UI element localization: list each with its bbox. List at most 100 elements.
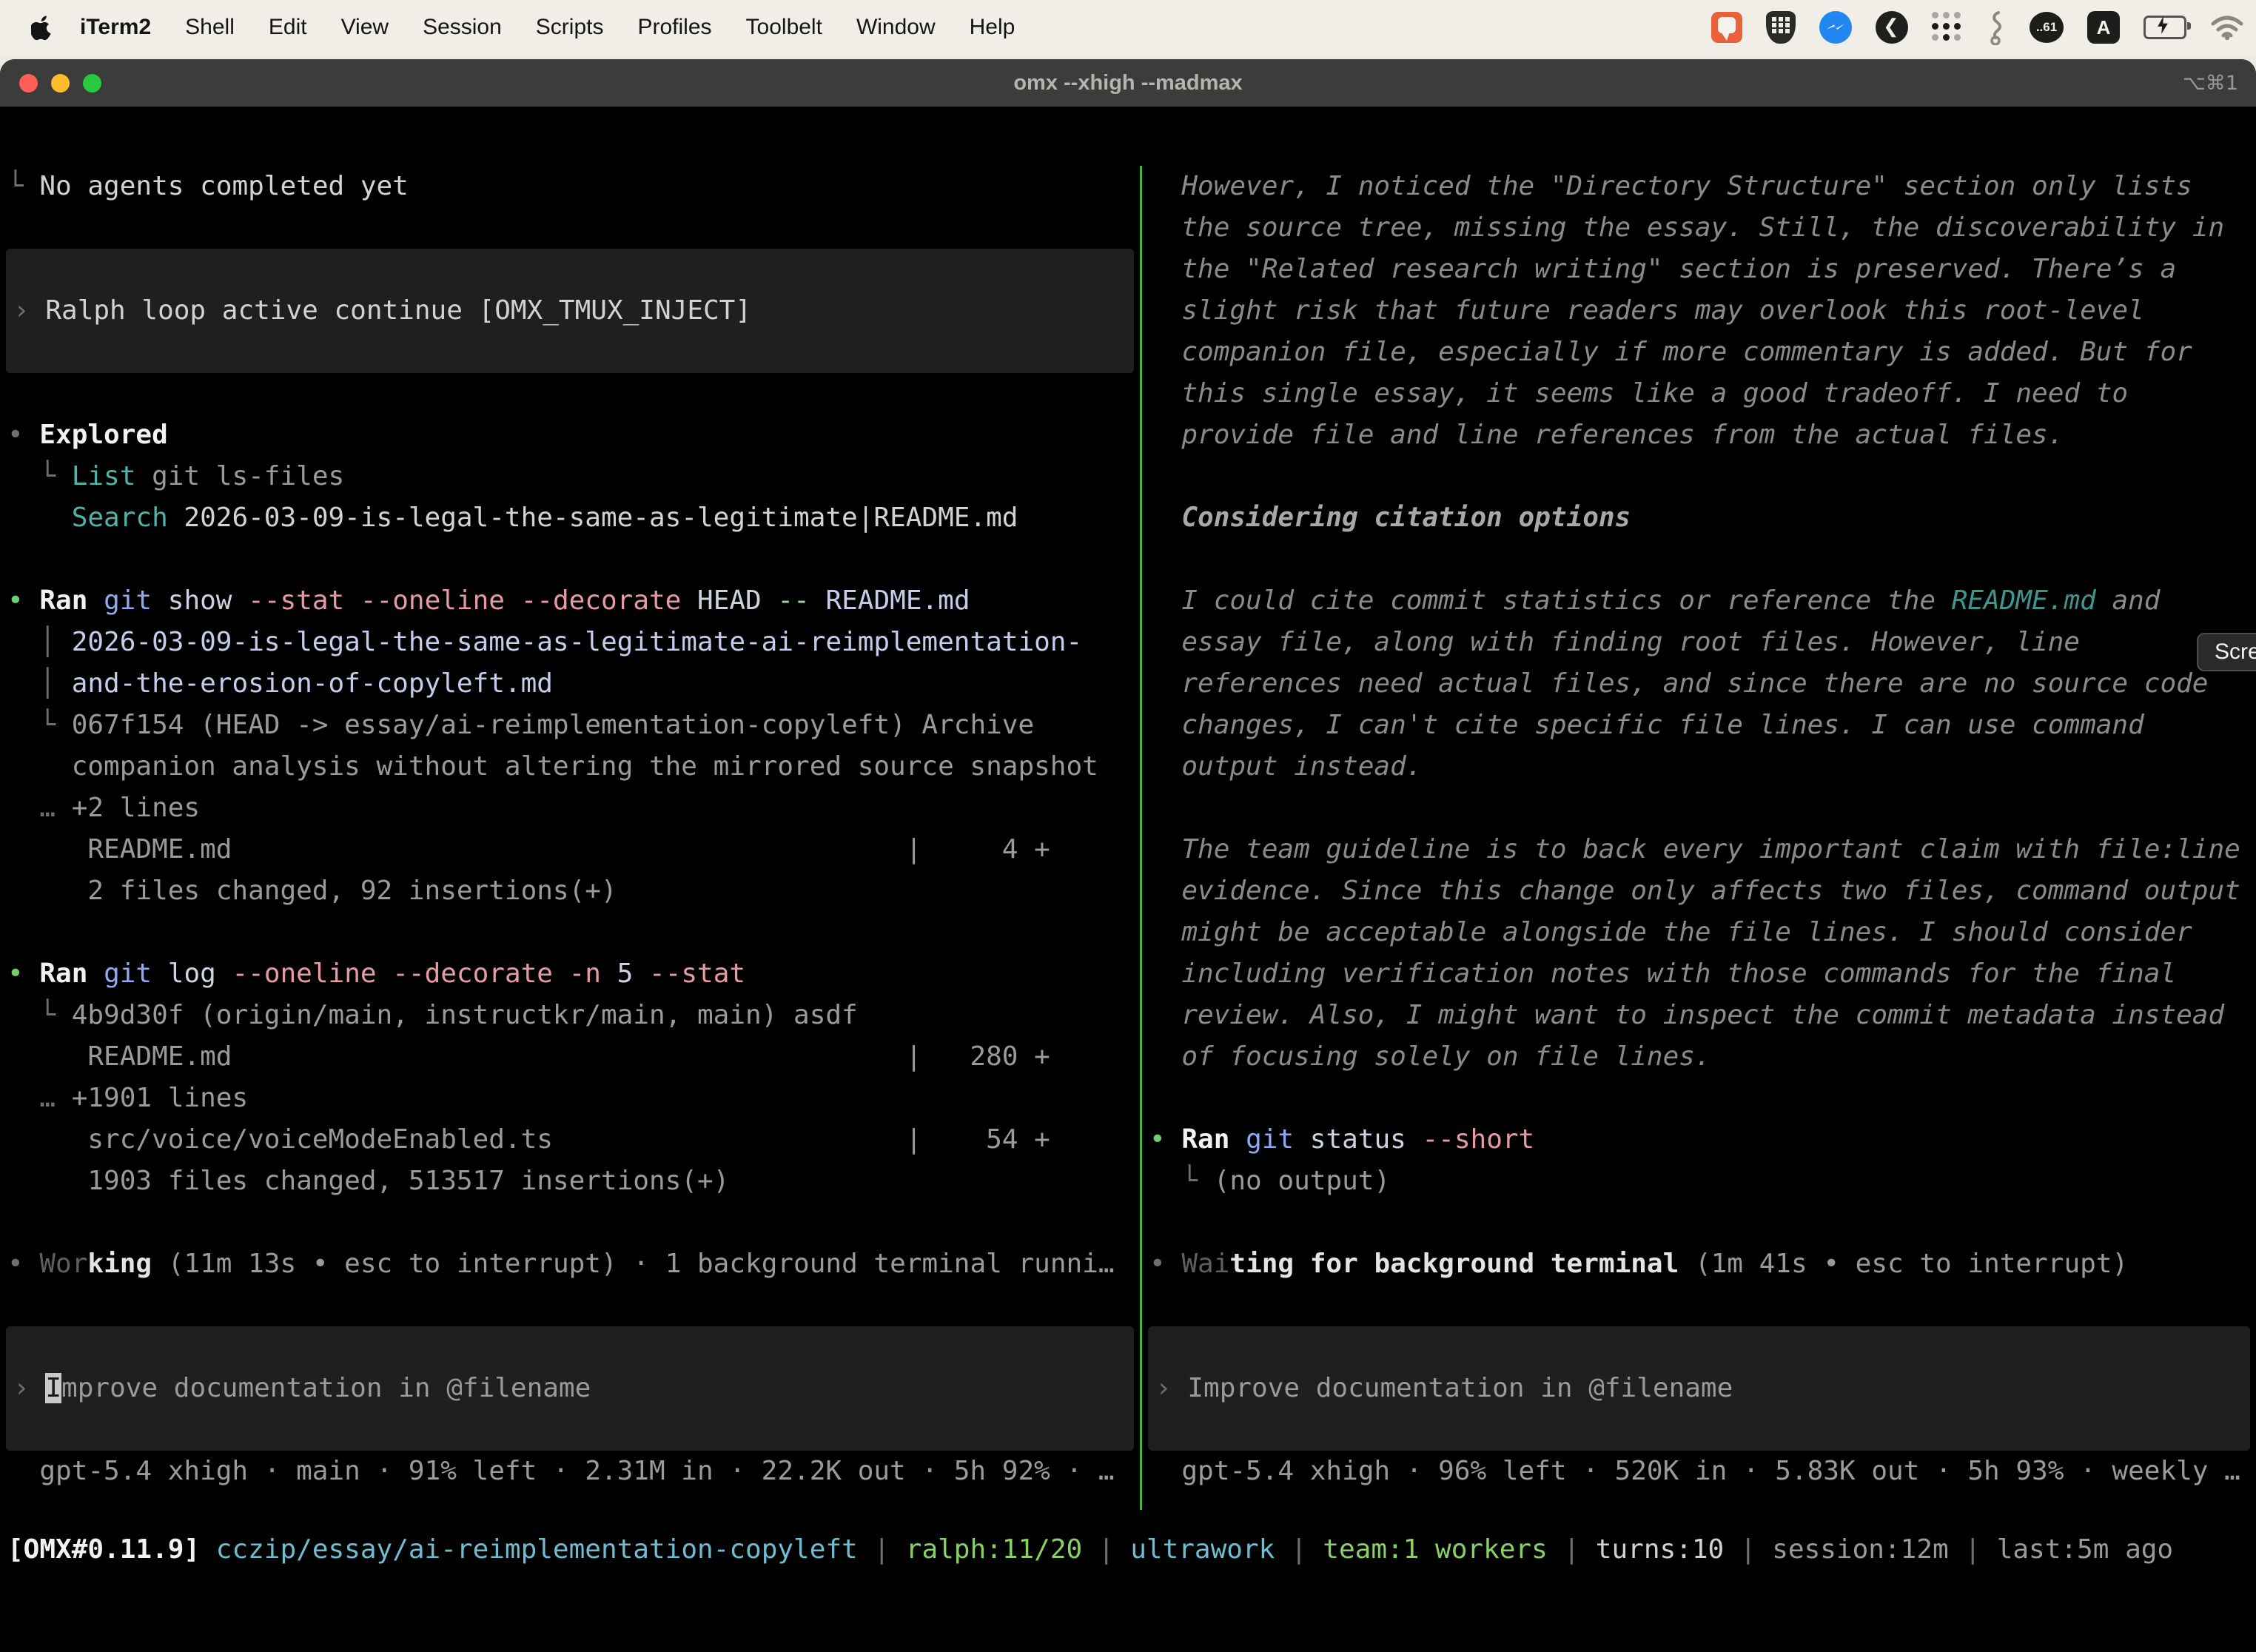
terminal-line: │ and-the-erosion-of-copyleft.md xyxy=(0,663,1140,705)
terminal-line xyxy=(0,1285,1140,1326)
terminal-line: might be acceptable alongside the file l… xyxy=(1142,912,2256,953)
terminal-line xyxy=(1142,1202,2256,1243)
terminal-line: However, I noticed the "Directory Struct… xyxy=(1142,166,2256,207)
menu-item-edit[interactable]: Edit xyxy=(269,15,307,40)
iterm2-window: omx --xhigh --madmax ⌥⌘1 └ No agents com… xyxy=(0,59,2256,1652)
terminal-line xyxy=(1142,788,2256,829)
menu-item-scripts[interactable]: Scripts xyxy=(536,15,604,40)
terminal-line: README.md | 280 + xyxy=(0,1036,1140,1078)
terminal-line: └ No agents completed yet xyxy=(0,166,1140,207)
assistant-a-icon[interactable]: A xyxy=(2087,11,2120,44)
terminal-line: README.md | 4 + xyxy=(0,829,1140,870)
terminal-line: this single essay, it seems like a good … xyxy=(1142,373,2256,414)
terminal-line: │ 2026-03-09-is-legal-the-same-as-legiti… xyxy=(0,622,1140,663)
terminal-line: evidence. Since this change only affects… xyxy=(1142,870,2256,912)
chat-bubble-icon[interactable] xyxy=(1711,12,1742,43)
terminal-line: of focusing solely on file lines. xyxy=(1142,1036,2256,1078)
terminal-line: changes, I can't cite specific file line… xyxy=(1142,705,2256,746)
terminal-line: the source tree, missing the essay. Stil… xyxy=(1142,207,2256,249)
terminal-line: slight risk that future readers may over… xyxy=(1142,290,2256,332)
terminal-line xyxy=(1148,1409,2250,1451)
zoom-button[interactable] xyxy=(83,74,101,93)
menu-item-view[interactable]: View xyxy=(341,15,389,40)
terminal-line: 1903 files changed, 513517 insertions(+) xyxy=(0,1161,1140,1202)
badge-61-icon[interactable]: ..61 xyxy=(2030,12,2064,43)
terminal-line xyxy=(0,373,1140,414)
menu-status-icons: ..61 A xyxy=(1711,0,2244,55)
prompt-input-box[interactable]: › Improve documentation in @filename xyxy=(1148,1326,2250,1451)
menu-item-iterm2[interactable]: iTerm2 xyxy=(80,15,151,40)
screen-share-tooltip[interactable]: Scre xyxy=(2197,633,2256,671)
terminal-line xyxy=(6,332,1134,373)
window-controls xyxy=(19,74,101,93)
terminal-line: output instead. xyxy=(1142,746,2256,788)
terminal-line: └ 4b9d30f (origin/main, instructkr/main,… xyxy=(0,995,1140,1036)
window-shortcut-badge: ⌥⌘1 xyxy=(2183,72,2238,95)
terminal-line xyxy=(0,1202,1140,1243)
terminal-line: › Improve documentation in @filename xyxy=(1148,1368,2250,1409)
left-pane-terminal[interactable]: └ No agents completed yet › Ralph loop ac… xyxy=(0,166,1140,1510)
terminal-line: src/voice/voiceModeEnabled.ts | 54 + xyxy=(0,1119,1140,1161)
terminal-line xyxy=(0,539,1140,580)
menu-item-toolbelt[interactable]: Toolbelt xyxy=(746,15,822,40)
wifi-icon[interactable] xyxy=(2210,14,2244,41)
terminal-line: references need actual files, and since … xyxy=(1142,663,2256,705)
terminal-line xyxy=(6,249,1134,290)
terminal-line: Search 2026-03-09-is-legal-the-same-as-l… xyxy=(0,497,1140,539)
menu-item-help[interactable]: Help xyxy=(970,15,1015,40)
chevron-circle-icon[interactable] xyxy=(1876,11,1908,44)
terminal-line: … +1901 lines xyxy=(0,1078,1140,1119)
terminal-line xyxy=(6,1409,1134,1451)
terminal-line: • Waiting for background terminal (1m 41… xyxy=(1142,1243,2256,1285)
dots-grid-icon[interactable] xyxy=(1932,12,1963,43)
terminal-line: the "Related research writing" section i… xyxy=(1142,249,2256,290)
terminal-line: provide file and line references from th… xyxy=(1142,414,2256,456)
terminal-line xyxy=(6,1326,1134,1368)
terminal-line: review. Also, I might want to inspect th… xyxy=(1142,995,2256,1036)
menu-item-window[interactable]: Window xyxy=(856,15,936,40)
terminal-line: The team guideline is to back every impo… xyxy=(1142,829,2256,870)
menu-items: iTerm2 Shell Edit View Session Scripts Profile… xyxy=(80,15,1015,40)
terminal-line: including verification notes with those … xyxy=(1142,953,2256,995)
terminal-line: 2 files changed, 92 insertions(+) xyxy=(0,870,1140,912)
menu-item-profiles[interactable]: Profiles xyxy=(637,15,711,40)
battery-icon[interactable] xyxy=(2143,16,2186,39)
terminal-line: • Ran git status --short xyxy=(1142,1119,2256,1161)
terminal-line: companion analysis without altering the … xyxy=(0,746,1140,788)
screen-share-tooltip-label: Scre xyxy=(2215,639,2256,665)
terminal-line: └ (no output) xyxy=(1142,1161,2256,1202)
terminal-line: └ 067f154 (HEAD -> essay/ai-reimplementa… xyxy=(0,705,1140,746)
terminal-line xyxy=(0,207,1140,249)
terminal-line: › Ralph loop active continue [OMX_TMUX_I… xyxy=(6,290,1134,332)
hook-icon[interactable] xyxy=(1987,10,2006,45)
terminal-line: • Explored xyxy=(0,414,1140,456)
terminal-line: • Ran git show --stat --oneline --decora… xyxy=(0,580,1140,622)
terminal-line: … +2 lines xyxy=(0,788,1140,829)
terminal-line xyxy=(1142,1285,2256,1326)
terminal-line: • Ran git log --oneline --decorate -n 5 … xyxy=(0,953,1140,995)
apple-menu-icon[interactable] xyxy=(31,14,53,41)
terminal-line: gpt-5.4 xhigh · 96% left · 520K in · 5.8… xyxy=(1142,1451,2256,1492)
terminal-line: I could cite commit statistics or refere… xyxy=(1142,580,2256,622)
minimize-button[interactable] xyxy=(51,74,70,93)
terminal-line xyxy=(1148,1326,2250,1368)
terminal-line xyxy=(1142,456,2256,497)
terminal-line xyxy=(0,912,1140,953)
shield-grid-icon[interactable] xyxy=(1766,11,1796,44)
messenger-icon[interactable] xyxy=(1819,11,1852,44)
terminal-line: Considering citation options xyxy=(1142,497,2256,539)
terminal-line xyxy=(1142,1078,2256,1119)
prompt-input-box[interactable]: › Improve documentation in @filename xyxy=(6,1326,1134,1451)
inject-banner-box: › Ralph loop active continue [OMX_TMUX_I… xyxy=(6,249,1134,373)
window-title: omx --xhigh --madmax xyxy=(1013,71,1242,95)
terminal-line: essay file, along with finding root file… xyxy=(1142,622,2256,663)
menu-item-shell[interactable]: Shell xyxy=(185,15,235,40)
terminal-line: › Improve documentation in @filename xyxy=(6,1368,1134,1409)
terminal-line: companion file, especially if more comme… xyxy=(1142,332,2256,373)
terminal-line: • Working (11m 13s • esc to interrupt) ·… xyxy=(0,1243,1140,1285)
terminal-line xyxy=(1142,539,2256,580)
close-button[interactable] xyxy=(19,74,38,93)
right-pane-terminal[interactable]: However, I noticed the "Directory Struct… xyxy=(1142,166,2256,1510)
menu-item-session[interactable]: Session xyxy=(423,15,502,40)
window-title-bar[interactable]: omx --xhigh --madmax ⌥⌘1 xyxy=(0,59,2256,107)
